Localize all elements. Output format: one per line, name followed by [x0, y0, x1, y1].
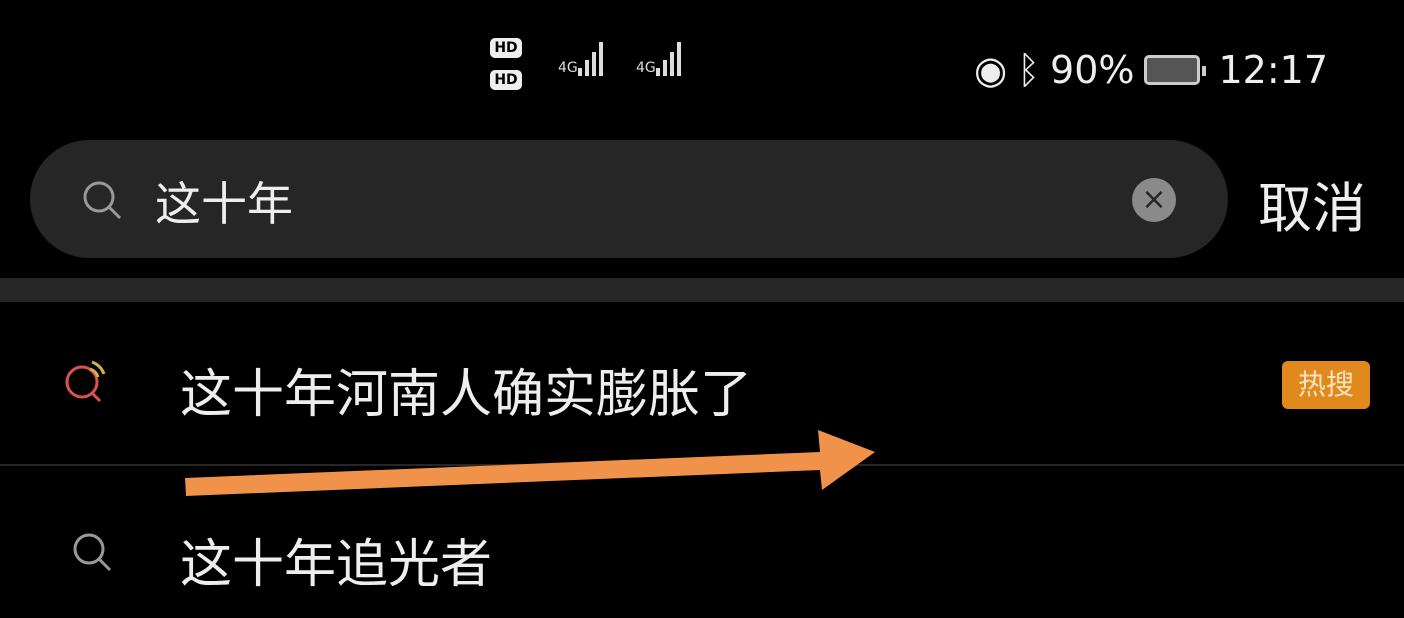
annotation-arrow: [185, 430, 875, 496]
